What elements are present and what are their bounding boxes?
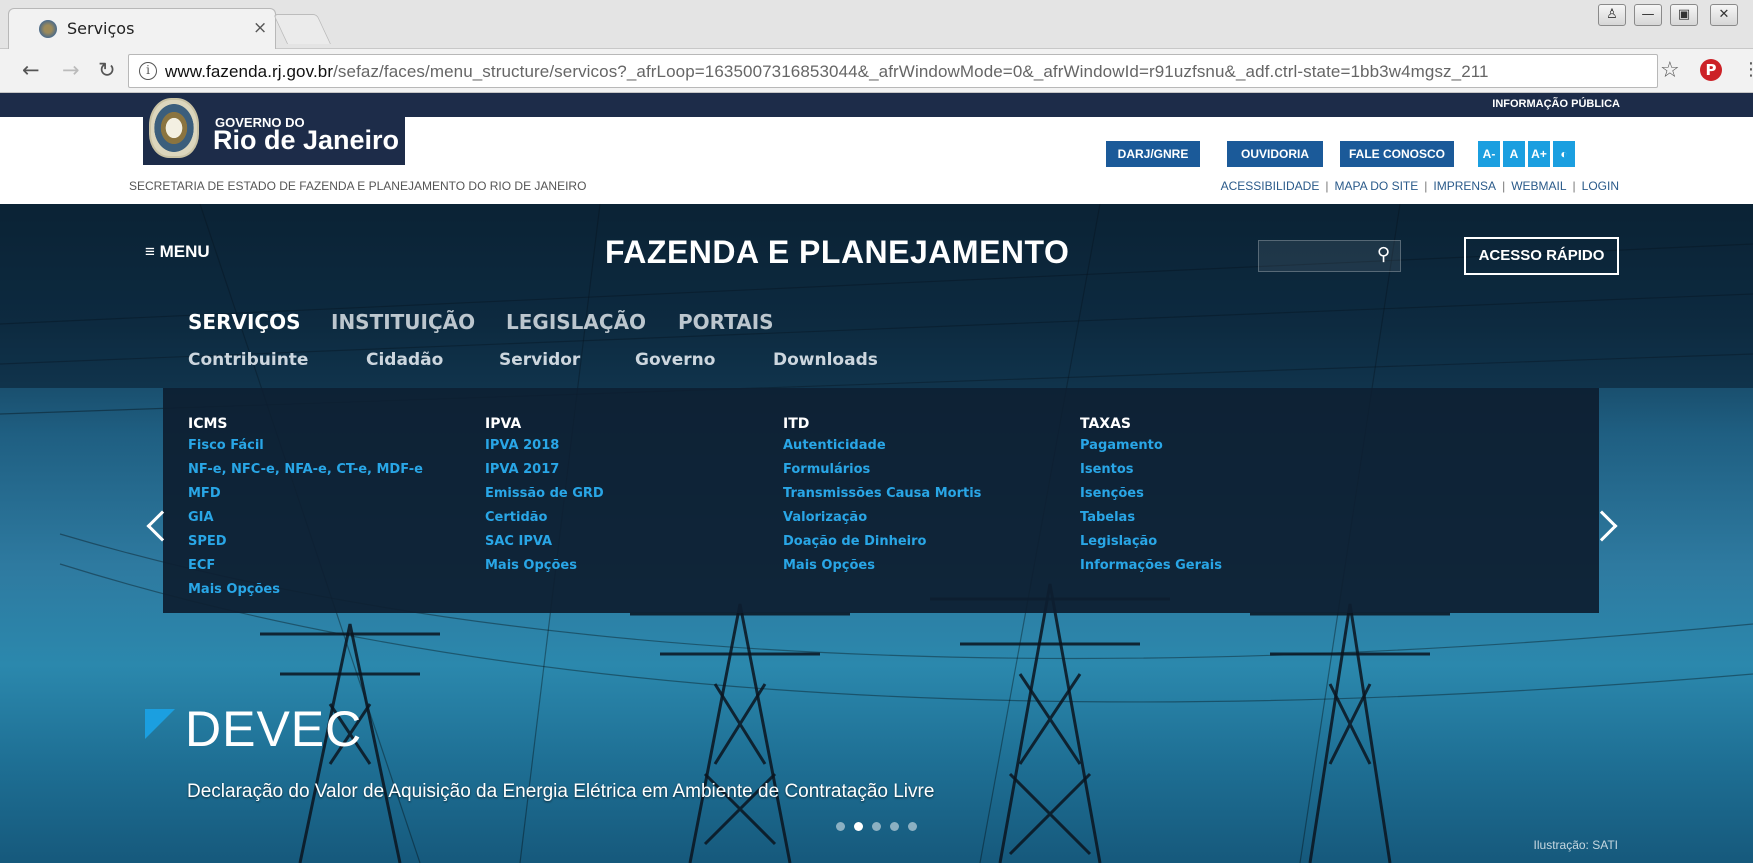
menu-link[interactable]: Mais Opções	[188, 578, 423, 602]
menu-link[interactable]: IPVA 2017	[485, 458, 604, 482]
menu-link[interactable]: Mais Opções	[485, 554, 604, 578]
header-links: ACESSIBILIDADE | MAPA DO SITE | IMPRENSA | WEB…	[1220, 179, 1619, 193]
fale-conosco-button[interactable]: FALE CONOSCO	[1340, 141, 1454, 167]
menu-link[interactable]: SPED	[188, 530, 423, 554]
logo-big-text: Rio de Janeiro	[213, 125, 400, 155]
menu-link[interactable]: Autenticidade	[783, 434, 981, 458]
font-decrease-button[interactable]: A-	[1478, 141, 1500, 167]
carousel-dot[interactable]	[854, 822, 863, 831]
menu-column-ipva: IPVA IPVA 2018 IPVA 2017 Emissão de GRD …	[485, 416, 604, 578]
star-icon[interactable]: ☆	[1660, 58, 1680, 83]
site-logo[interactable]: GOVERNO DO Rio de Janeiro	[143, 93, 405, 165]
url-path: /sefaz/faces/menu_structure/servicos?_af…	[333, 62, 1489, 81]
pinterest-icon[interactable]: P	[1700, 59, 1722, 81]
menu-link[interactable]: Tabelas	[1080, 506, 1222, 530]
mega-menu: ICMS Fisco Fácil NF-e, NFC-e, NFA-e, CT-…	[163, 388, 1599, 613]
browser-tab[interactable]: Serviços ×	[8, 8, 276, 49]
link-login[interactable]: LOGIN	[1582, 179, 1619, 193]
menu-kebab-icon[interactable]: ⋮	[1742, 59, 1753, 80]
minimize-button[interactable]: —	[1634, 4, 1662, 26]
column-heading: IPVA	[485, 416, 522, 432]
secretaria-label: SECRETARIA DE ESTADO DE FAZENDA E PLANEJ…	[129, 179, 587, 193]
menu-link[interactable]: Fisco Fácil	[188, 434, 423, 458]
nav-instituicao[interactable]: INSTITUIÇÃO	[331, 310, 475, 334]
menu-link[interactable]: Isenções	[1080, 482, 1222, 506]
search-input[interactable]: ⚲	[1258, 240, 1401, 272]
carousel-dot[interactable]	[890, 822, 899, 831]
menu-link[interactable]: IPVA 2018	[485, 434, 604, 458]
link-imprensa[interactable]: IMPRENSA	[1433, 179, 1496, 193]
nav-legislacao[interactable]: LEGISLAÇÃO	[506, 310, 646, 334]
slide-accent-triangle	[145, 709, 175, 739]
informacao-publica-label: INFORMAÇÃO PÚBLICA	[1492, 98, 1620, 110]
tab-title: Serviços	[67, 19, 135, 38]
menu-link[interactable]: Mais Opções	[783, 554, 981, 578]
carousel-dot[interactable]	[872, 822, 881, 831]
carousel-dot[interactable]	[836, 822, 845, 831]
menu-link[interactable]: Pagamento	[1080, 434, 1222, 458]
darj-gnre-button[interactable]: DARJ/GNRE	[1106, 141, 1200, 167]
menu-link[interactable]: Valorização	[783, 506, 981, 530]
forward-arrow-icon[interactable]: →	[62, 59, 80, 81]
font-normal-button[interactable]: A	[1503, 141, 1525, 167]
column-heading: ITD	[783, 416, 810, 432]
menu-link[interactable]: GIA	[188, 506, 423, 530]
link-mapa-do-site[interactable]: MAPA DO SITE	[1334, 179, 1418, 193]
ouvidoria-button[interactable]: OUVIDORIA	[1227, 141, 1323, 167]
state-seal-icon	[149, 98, 199, 158]
contrast-icon[interactable]: ◐	[1553, 141, 1575, 167]
subnav-governo[interactable]: Governo	[635, 350, 715, 370]
menu-link[interactable]: Transmissões Causa Mortis	[783, 482, 981, 506]
nav-servicos[interactable]: SERVIÇOS	[188, 310, 300, 334]
menu-column-itd: ITD Autenticidade Formulários Transmissõ…	[783, 416, 981, 578]
link-webmail[interactable]: WEBMAIL	[1511, 179, 1566, 193]
new-tab-button[interactable]	[273, 14, 331, 44]
close-window-button[interactable]: ✕	[1710, 4, 1738, 26]
menu-link[interactable]: Legislação	[1080, 530, 1222, 554]
menu-link[interactable]: Formulários	[783, 458, 981, 482]
menu-column-taxas: TAXAS Pagamento Isentos Isenções Tabelas…	[1080, 416, 1222, 578]
menu-link[interactable]: NF-e, NFC-e, NFA-e, CT-e, MDF-e	[188, 458, 423, 482]
acesso-rapido-button[interactable]: ACESSO RÁPIDO	[1464, 237, 1619, 275]
slide-title[interactable]: DEVEC	[185, 700, 362, 758]
favicon-seal-icon	[39, 20, 57, 38]
tab-close-icon[interactable]: ×	[253, 18, 267, 38]
font-increase-button[interactable]: A+	[1528, 141, 1550, 167]
menu-button[interactable]: ≡ MENU	[145, 242, 210, 262]
browser-tabstrip: Serviços × ♙ — ▣ ✕	[0, 0, 1753, 49]
nav-portais[interactable]: PORTAIS	[678, 310, 774, 334]
address-bar[interactable]: i www.fazenda.rj.gov.br/sefaz/faces/menu…	[128, 54, 1658, 88]
reload-icon[interactable]: ↻	[98, 59, 116, 81]
profile-icon[interactable]: ♙	[1598, 4, 1626, 26]
menu-link[interactable]: Isentos	[1080, 458, 1222, 482]
maximize-button[interactable]: ▣	[1670, 4, 1698, 26]
subnav-downloads[interactable]: Downloads	[773, 350, 878, 370]
menu-link[interactable]: ECF	[188, 554, 423, 578]
illustration-credit: Ilustração: SATI	[1533, 838, 1618, 852]
subnav-contribuinte[interactable]: Contribuinte	[188, 350, 308, 370]
subnav-servidor[interactable]: Servidor	[499, 350, 580, 370]
menu-link[interactable]: Emissão de GRD	[485, 482, 604, 506]
menu-link[interactable]: SAC IPVA	[485, 530, 604, 554]
menu-link[interactable]: Doação de Dinheiro	[783, 530, 981, 554]
search-icon[interactable]: ⚲	[1377, 244, 1390, 265]
menu-link[interactable]: MFD	[188, 482, 423, 506]
link-acessibilidade[interactable]: ACESSIBILIDADE	[1221, 179, 1320, 193]
url-text[interactable]: www.fazenda.rj.gov.br/sefaz/faces/menu_s…	[165, 62, 1489, 82]
site-title: FAZENDA E PLANEJAMENTO	[605, 234, 1070, 270]
column-heading: ICMS	[188, 416, 228, 432]
slide-subtitle[interactable]: Declaração do Valor de Aquisição da Ener…	[187, 781, 934, 803]
menu-link[interactable]: Certidão	[485, 506, 604, 530]
hero-banner: ≡ MENU FAZENDA E PLANEJAMENTO ⚲ ACESSO R…	[0, 204, 1753, 863]
subnav-cidadao[interactable]: Cidadão	[366, 350, 443, 370]
menu-link[interactable]: Informações Gerais	[1080, 554, 1222, 578]
browser-toolbar: ← → ↻ i www.fazenda.rj.gov.br/sefaz/face…	[0, 49, 1753, 93]
back-arrow-icon[interactable]: ←	[22, 59, 40, 81]
menu-column-icms: ICMS Fisco Fácil NF-e, NFC-e, NFA-e, CT-…	[188, 416, 423, 602]
info-icon[interactable]: i	[139, 62, 157, 80]
carousel-dot[interactable]	[908, 822, 917, 831]
column-heading: TAXAS	[1080, 416, 1132, 432]
url-host: www.fazenda.rj.gov.br	[165, 62, 334, 81]
